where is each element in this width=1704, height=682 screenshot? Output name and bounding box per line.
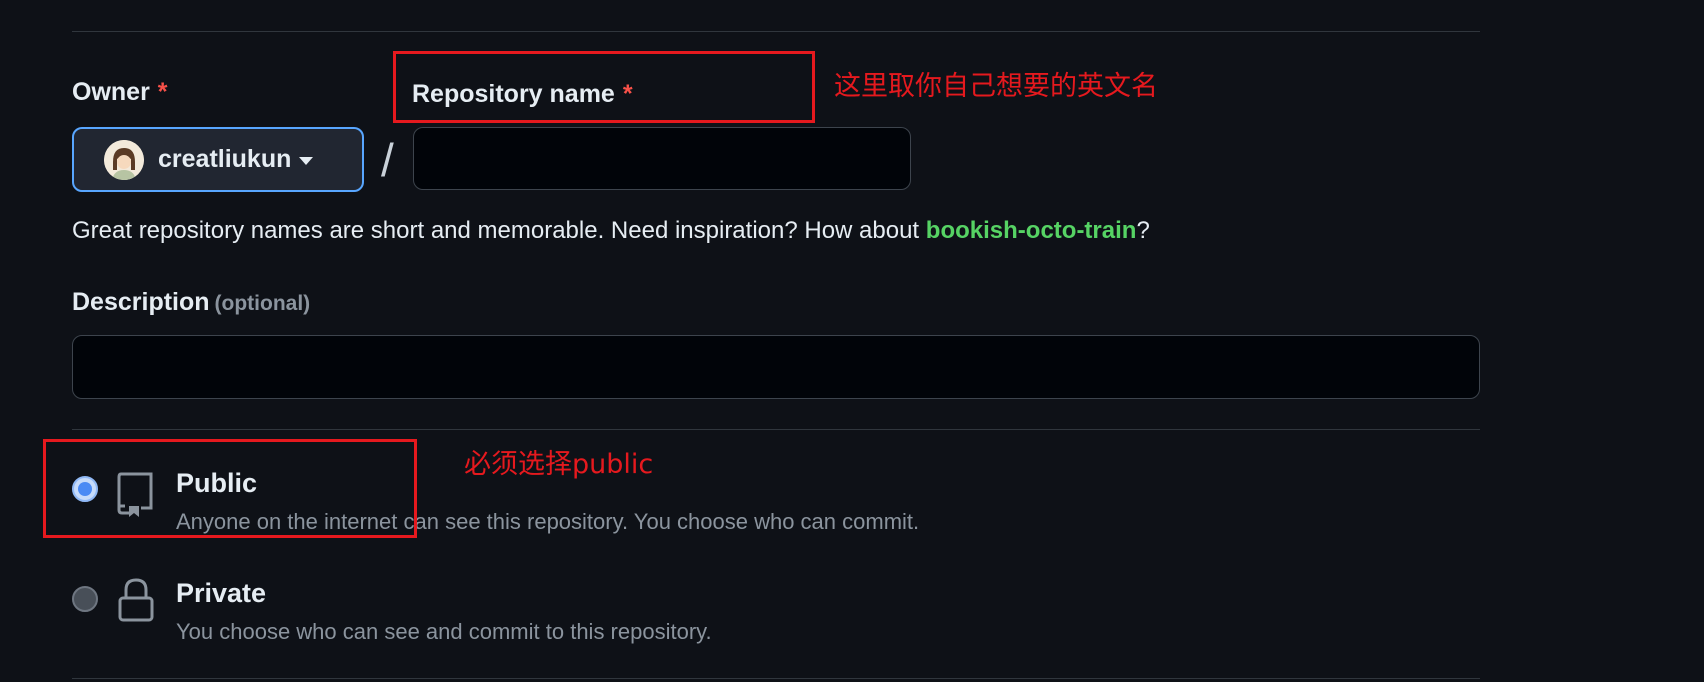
private-radio[interactable] [72, 586, 98, 612]
visibility-divider [72, 429, 1480, 430]
visibility-option-private[interactable]: Private You choose who can see and commi… [70, 570, 1070, 650]
repo-name-annotation: 这里取你自己想要的英文名 [834, 71, 1158, 102]
repo-name-input[interactable] [413, 127, 911, 190]
top-divider [72, 31, 1480, 32]
description-label-text: Description [72, 288, 210, 316]
public-annotation: 必须选择public [464, 449, 654, 480]
owner-required-mark: * [157, 78, 168, 106]
owner-label-text: Owner [72, 78, 150, 106]
repo-name-help-text: Great repository names are short and mem… [72, 217, 926, 244]
owner-dropdown[interactable]: creatliukun [72, 127, 364, 192]
private-title: Private [176, 578, 267, 608]
description-label: Description (optional) [72, 290, 310, 315]
owner-label: Owner * [72, 80, 168, 105]
owner-name: creatliukun [158, 145, 292, 173]
repo-name-highlight-box [393, 51, 815, 123]
avatar [104, 139, 144, 180]
public-highlight-box [43, 439, 417, 538]
lock-icon [117, 576, 155, 629]
bottom-divider [72, 678, 1480, 679]
chevron-down-icon [299, 156, 314, 165]
private-description: You choose who can see and commit to thi… [176, 619, 712, 644]
repo-name-help: Great repository names are short and mem… [72, 217, 1150, 245]
description-input[interactable] [72, 335, 1480, 399]
owner-repo-separator: / [381, 134, 394, 186]
description-optional-hint: (optional) [214, 292, 311, 315]
repo-name-suggestion-link[interactable]: bookish-octo-train [926, 217, 1137, 244]
repo-name-help-suffix: ? [1136, 217, 1150, 244]
